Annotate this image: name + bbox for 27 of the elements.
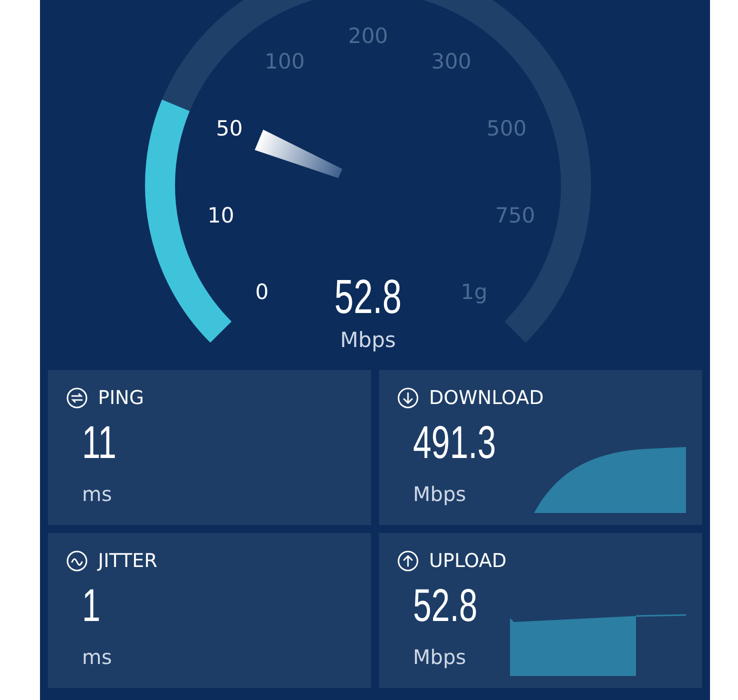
metric-unit: Mbps (413, 644, 468, 670)
metric-label: UPLOAD (429, 549, 507, 574)
download-icon (397, 387, 419, 410)
metric-label: JITTER (98, 549, 158, 574)
metric-value: 11 (82, 418, 118, 464)
metric-label: DOWNLOAD (429, 386, 544, 411)
gauge-tick-label: 200 (348, 24, 388, 48)
gauge-tick-label: 300 (431, 49, 472, 74)
metric-value: 1 (82, 582, 102, 628)
metric-unit: Mbps (413, 480, 468, 508)
metric-value: 52.8 (413, 582, 478, 628)
gauge-tick-label: 100 (264, 49, 305, 74)
speed-unit: Mbps (340, 328, 396, 352)
upload-icon (397, 550, 419, 572)
gauge-tick-label: 50 (216, 116, 243, 141)
metric-unit: ms (82, 480, 113, 508)
gauge-tick-label: 750 (495, 203, 536, 228)
gauge-tick-label: 500 (486, 116, 527, 141)
metric-value: 491.3 (413, 418, 497, 464)
gauge-tick-label: 10 (208, 203, 234, 228)
gauge-tick-label: 1g (460, 280, 488, 304)
metric-unit: ms (82, 644, 113, 670)
speed-reading: 52.8 (334, 269, 402, 324)
wave-icon (66, 550, 88, 572)
gauge-tick-label: 0 (255, 280, 269, 304)
metric-label: PING (98, 386, 144, 411)
ping-icon (66, 387, 88, 410)
